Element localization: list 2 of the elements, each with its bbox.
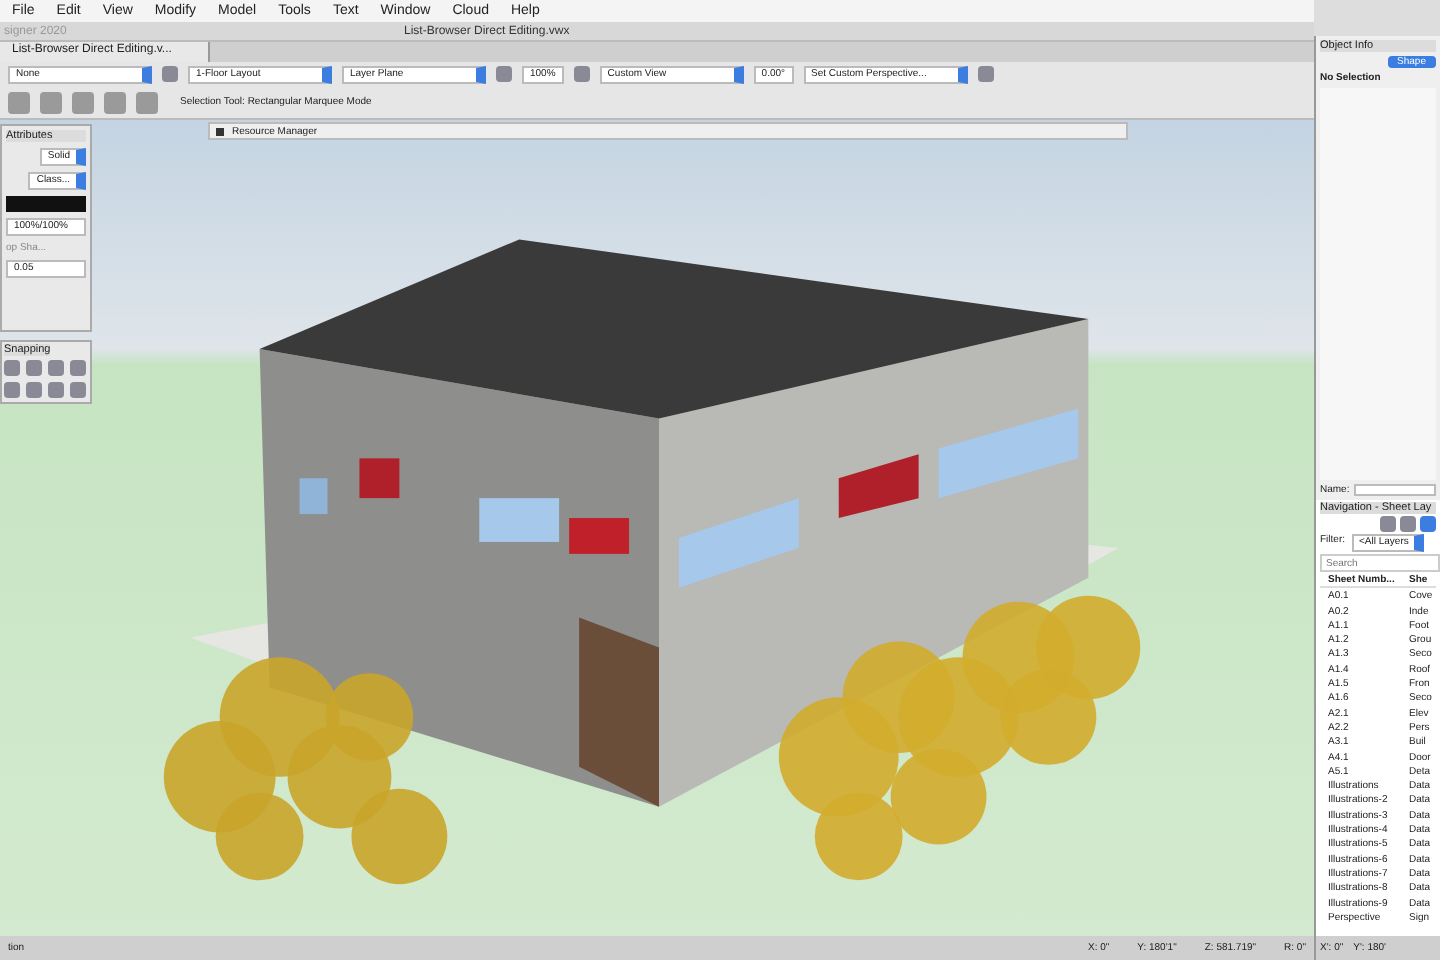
pen-color-swatch[interactable] [6,196,86,212]
name-field[interactable] [1353,484,1436,496]
